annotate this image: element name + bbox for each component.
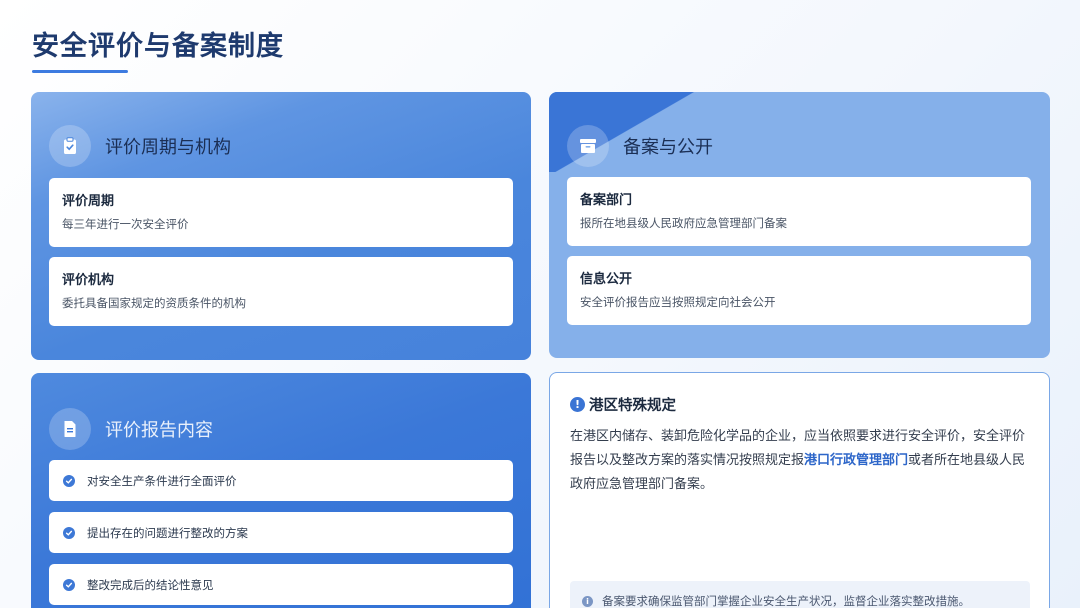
list-item: 对安全生产条件进行全面评价 <box>49 460 513 501</box>
card-header: 备案与公开 <box>567 125 713 167</box>
card-header: ! 港区特殊规定 <box>570 394 676 415</box>
list-item-cycle: 评价周期 每三年进行一次安全评价 <box>49 178 513 247</box>
title-underline <box>32 70 128 73</box>
card-filing-disclosure: 备案与公开 备案部门 报所在地县级人民政府应急管理部门备案 信息公开 安全评价报… <box>549 92 1050 358</box>
note-box: i 备案要求确保监管部门掌握企业安全生产状况，监督企业落实整改措施。 <box>570 581 1030 608</box>
clipboard-check-icon <box>49 125 91 167</box>
card-title: 评价报告内容 <box>105 420 213 441</box>
archive-box-icon <box>567 125 609 167</box>
page-title: 安全评价与备案制度 <box>32 31 284 62</box>
list-item-filing-dept: 备案部门 报所在地县级人民政府应急管理部门备案 <box>567 177 1031 246</box>
info-icon: ! <box>570 397 585 412</box>
item-title: 评价机构 <box>62 273 115 288</box>
check-text: 整改完成后的结论性意见 <box>87 577 214 592</box>
item-desc: 安全评价报告应当按照规定向社会公开 <box>580 295 776 309</box>
item-desc: 报所在地县级人民政府应急管理部门备案 <box>580 216 787 230</box>
card-evaluation-cycle: 评价周期与机构 评价周期 每三年进行一次安全评价 评价机构 委托具备国家规定的资… <box>31 92 531 360</box>
card-title: 港区特殊规定 <box>589 398 676 414</box>
card-title: 备案与公开 <box>623 137 713 158</box>
check-circle-icon <box>63 474 75 487</box>
item-desc: 委托具备国家规定的资质条件的机构 <box>62 296 246 310</box>
card-body-text: 在港区内储存、装卸危险化学品的企业，应当依照要求进行安全评价，安全评价报告以及整… <box>570 425 1034 497</box>
card-header: 评价报告内容 <box>49 408 213 450</box>
item-title: 评价周期 <box>62 194 115 209</box>
list-item: 提出存在的问题进行整改的方案 <box>49 512 513 553</box>
list-item: 整改完成后的结论性意见 <box>49 564 513 605</box>
item-desc: 每三年进行一次安全评价 <box>62 217 189 231</box>
card-title: 评价周期与机构 <box>105 137 231 158</box>
list-item-disclosure: 信息公开 安全评价报告应当按照规定向社会公开 <box>567 256 1031 325</box>
note-text: 备案要求确保监管部门掌握企业安全生产状况，监督企业落实整改措施。 <box>602 594 970 608</box>
card-port-special-rules: ! 港区特殊规定 在港区内储存、装卸危险化学品的企业，应当依照要求进行安全评价，… <box>549 372 1050 608</box>
item-title: 备案部门 <box>580 193 633 208</box>
check-text: 提出存在的问题进行整改的方案 <box>87 525 248 540</box>
highlight-text: 港口行政管理部门 <box>804 453 909 468</box>
check-circle-icon <box>63 578 75 591</box>
item-title: 信息公开 <box>580 272 633 287</box>
list-item-agency: 评价机构 委托具备国家规定的资质条件的机构 <box>49 257 513 326</box>
check-text: 对安全生产条件进行全面评价 <box>87 473 237 488</box>
check-circle-icon <box>63 526 75 539</box>
card-report-content: 评价报告内容 对安全生产条件进行全面评价 提出存在的问题进行整改的方案 整改完成… <box>31 373 531 608</box>
info-icon: i <box>582 595 593 607</box>
document-icon <box>49 408 91 450</box>
card-header: 评价周期与机构 <box>49 125 231 167</box>
